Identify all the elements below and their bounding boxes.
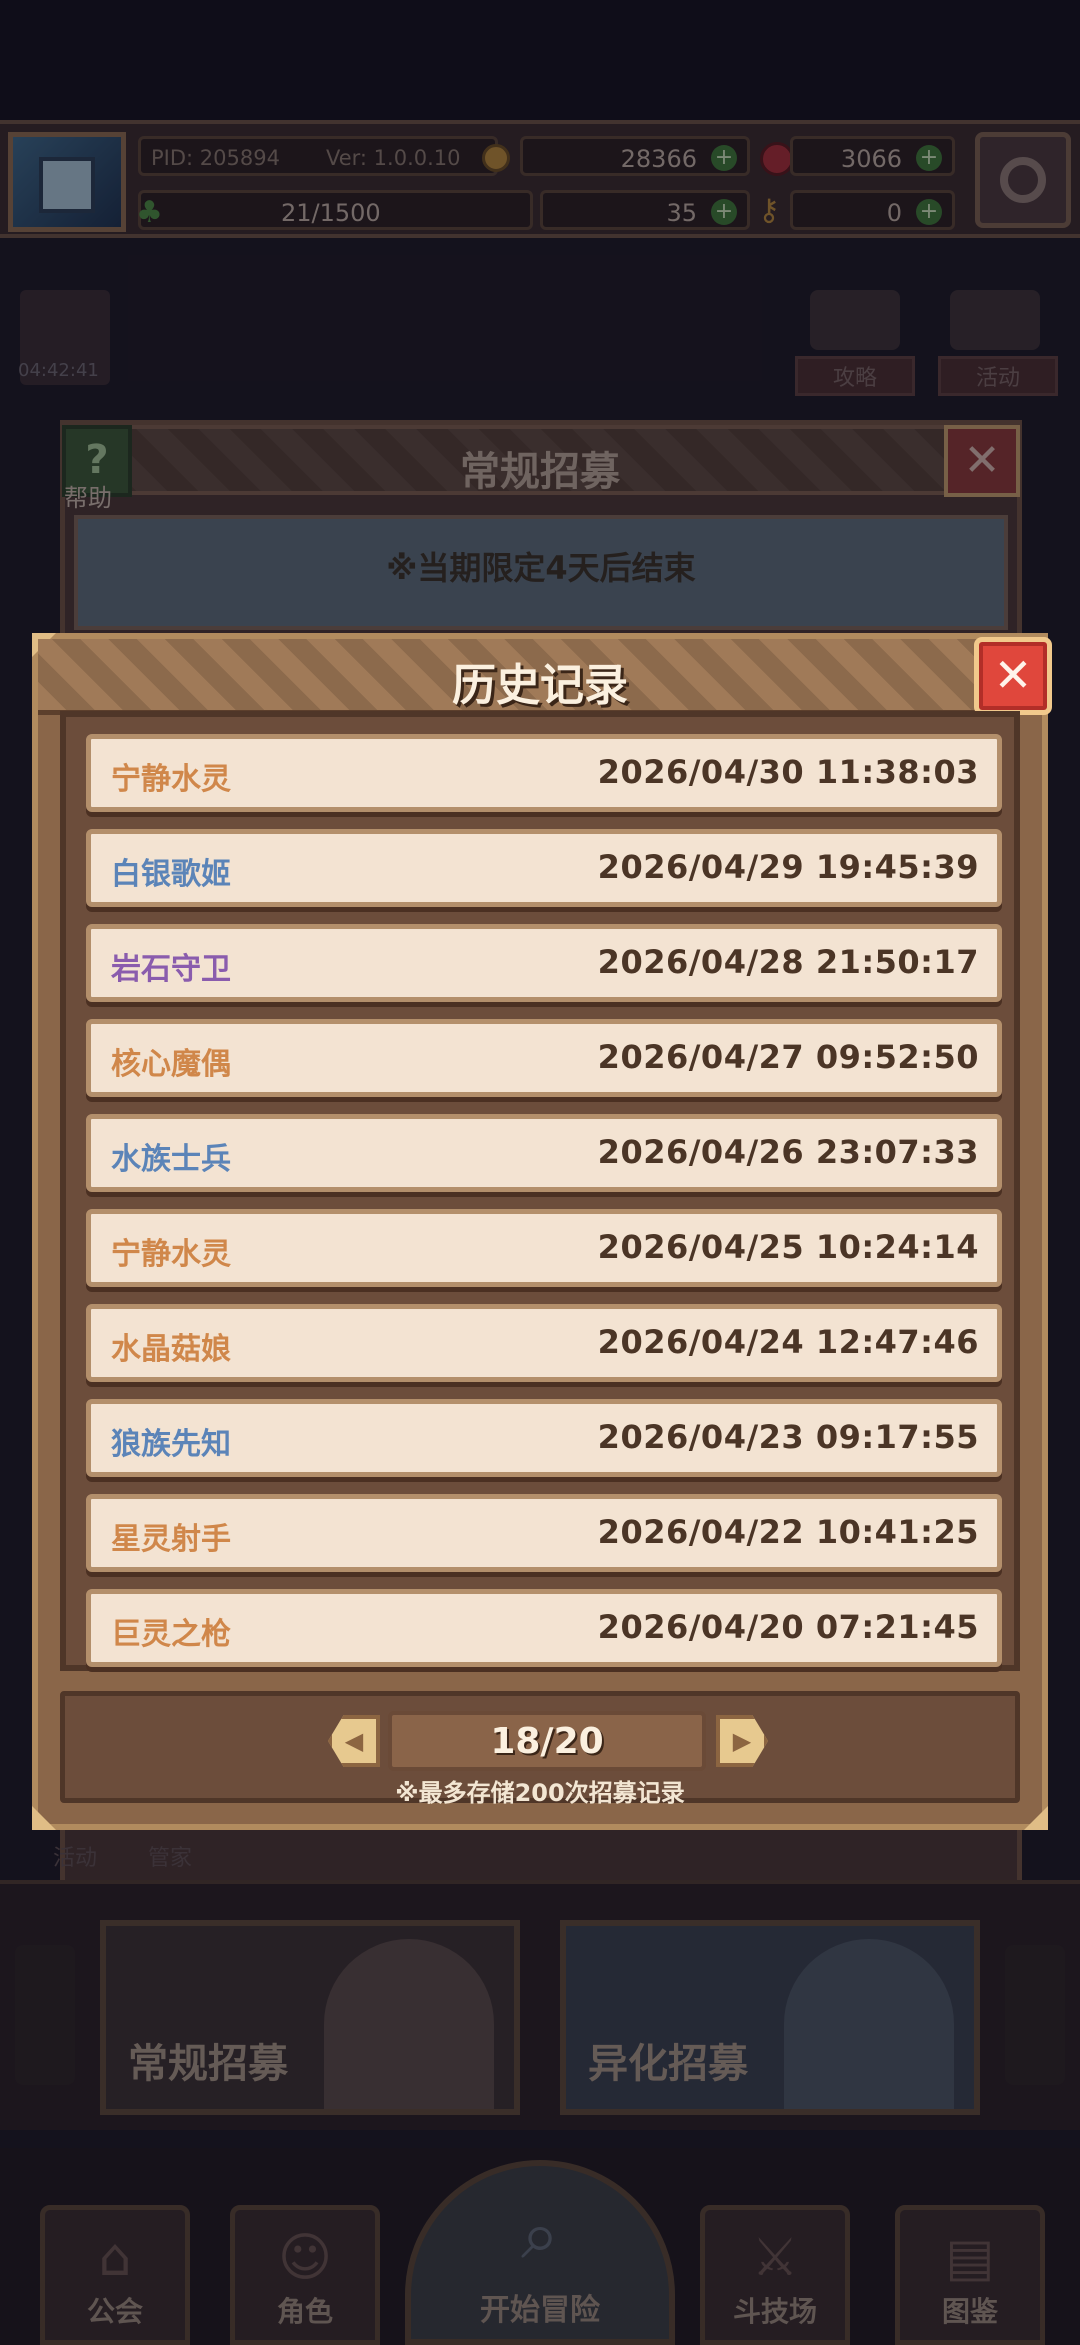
record-row: 星灵射手 2026/04/22 10:41:25 [86,1494,1002,1572]
record-time: 2026/04/25 10:24:14 [597,1228,979,1266]
character-name: 岩石守卫 [111,952,231,987]
record-row: 水晶菇娘 2026/04/24 12:47:46 [86,1304,1002,1382]
history-modal: 历史记录 ✕ ◀ 18/20 ▶ ※最多存储200次招募记录 宁静水灵 2026/… [32,633,1052,1830]
record-time: 2026/04/22 10:41:25 [597,1513,979,1551]
character-name: 宁静水灵 [111,762,231,797]
character-name: 水族士兵 [111,1142,231,1177]
character-name: 星灵射手 [111,1522,231,1557]
character-name: 狼族先知 [111,1427,231,1462]
character-name: 水晶菇娘 [111,1332,231,1367]
record-time: 2026/04/20 07:21:45 [597,1608,979,1646]
record-row: 岩石守卫 2026/04/28 21:50:17 [86,924,1002,1002]
arrow-left-icon: ◀ [344,1727,364,1755]
record-row: 宁静水灵 2026/04/25 10:24:14 [86,1209,1002,1287]
record-time: 2026/04/23 09:17:55 [597,1418,979,1456]
character-name: 巨灵之枪 [111,1617,231,1652]
record-time: 2026/04/27 09:52:50 [597,1038,979,1076]
record-row: 水族士兵 2026/04/26 23:07:33 [86,1114,1002,1192]
character-name: 核心魔偶 [111,1047,231,1082]
character-name: 白银歌姬 [111,857,231,892]
modal-title: 历史记录 [452,660,628,711]
storage-note: ※最多存储200次招募记录 [395,1779,685,1807]
record-time: 2026/04/26 23:07:33 [597,1133,979,1171]
record-row: 宁静水灵 2026/04/30 11:38:03 [86,734,1002,812]
page-number: 18/20 [490,1721,604,1762]
record-row: 狼族先知 2026/04/23 09:17:55 [86,1399,1002,1477]
screen: 04:42:41 攻略 活动 常规招募 ? 帮助 ※当期限定4天后结束 活动 管… [0,0,1080,2345]
record-time: 2026/04/29 19:45:39 [597,848,979,886]
record-time: 2026/04/28 21:50:17 [597,943,979,981]
record-row: 巨灵之枪 2026/04/20 07:21:45 [86,1589,1002,1667]
page-indicator: 18/20 [388,1711,706,1771]
arrow-right-icon: ▶ [732,1727,752,1755]
close-icon: ✕ [993,648,1033,702]
record-time: 2026/04/24 12:47:46 [597,1323,979,1361]
character-name: 宁静水灵 [111,1237,231,1272]
record-time: 2026/04/30 11:38:03 [597,753,979,791]
record-row: 白银歌姬 2026/04/29 19:45:39 [86,829,1002,907]
close-button[interactable]: ✕ [974,637,1052,715]
corner-ornament [1024,1806,1048,1830]
corner-ornament [32,1806,56,1830]
modal-header: 历史记录 [38,639,1042,715]
record-row: 核心魔偶 2026/04/27 09:52:50 [86,1019,1002,1097]
